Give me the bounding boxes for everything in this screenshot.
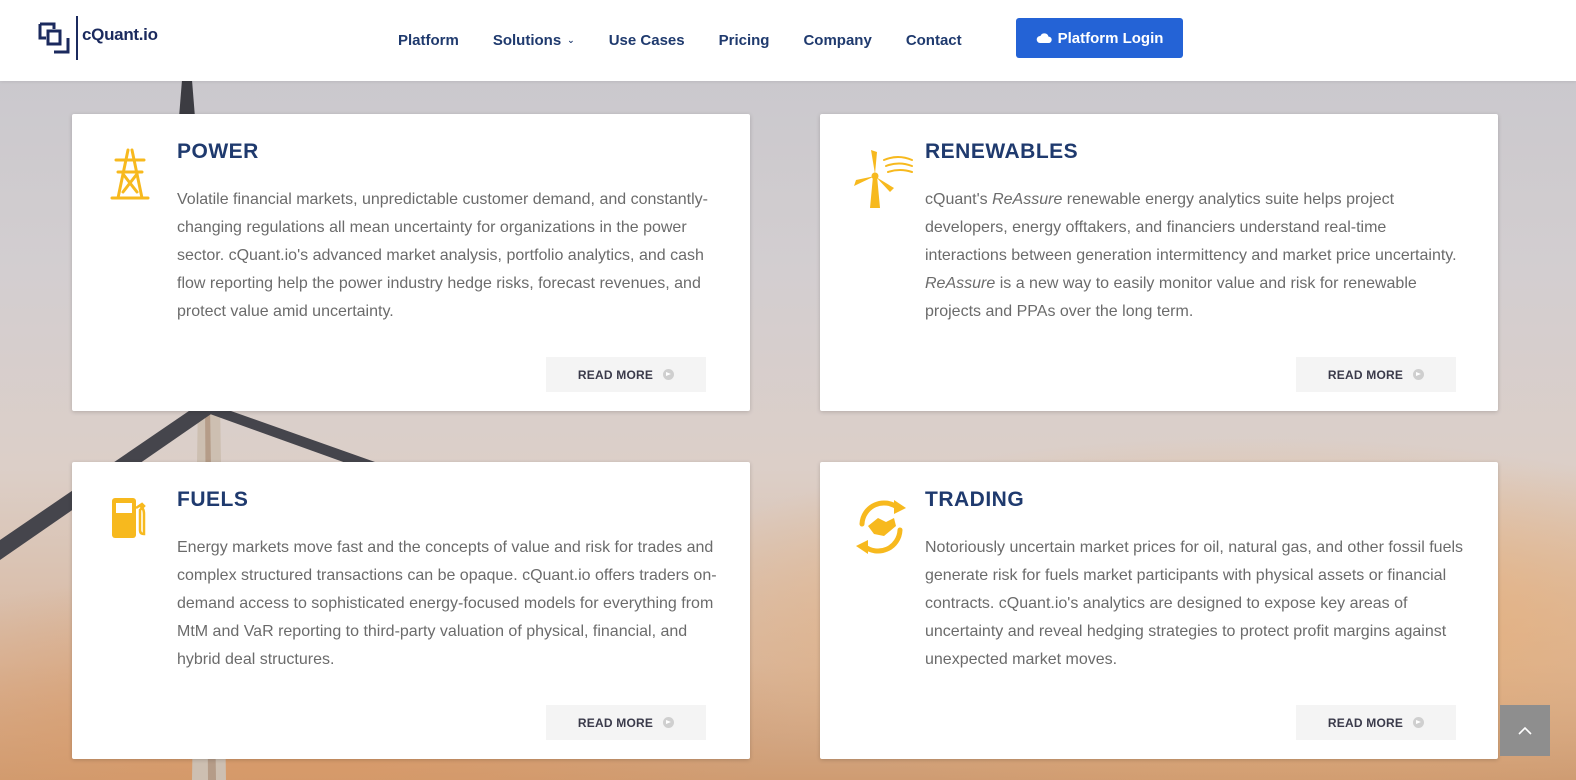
product-name: ReAssure	[925, 275, 996, 292]
card-title: FUELS	[177, 488, 249, 511]
arrow-circle-icon	[663, 369, 675, 380]
brand-name: cQuant.io	[82, 25, 158, 44]
brand-logo[interactable]: cQuant.io	[38, 15, 158, 61]
main-nav: Platform Solutions ⌄ Use Cases Pricing Co…	[398, 0, 996, 81]
read-more-button[interactable]: READ MORE	[1296, 705, 1456, 740]
text-span: cQuant's	[925, 191, 993, 208]
wind-turbine-icon	[854, 150, 913, 208]
nav-item-pricing[interactable]: Pricing	[719, 32, 770, 49]
card-description: Volatile financial markets, unpredictabl…	[177, 191, 708, 320]
handshake-icon	[856, 500, 906, 554]
arrow-circle-icon	[1413, 369, 1425, 380]
arrow-circle-icon	[663, 717, 675, 728]
read-more-button[interactable]: READ MORE	[546, 705, 706, 740]
button-label: READ MORE	[1327, 367, 1404, 382]
scroll-to-top-button[interactable]	[1500, 705, 1550, 756]
nav-label: Contact	[905, 32, 962, 49]
button-label: READ MORE	[577, 715, 654, 730]
text-span: is a new way to easily monitor value and…	[925, 275, 1417, 320]
nav-item-platform[interactable]: Platform	[398, 32, 459, 49]
read-more-button[interactable]: READ MORE	[1296, 357, 1456, 392]
card-description: cQuant's ReAssure renewable energy analy…	[925, 186, 1470, 326]
cloud-icon	[1036, 33, 1052, 43]
card-title: RENEWABLES	[925, 140, 1079, 163]
nav-item-contact[interactable]: Contact	[906, 32, 962, 49]
nav-label: Use Cases	[608, 32, 685, 49]
chevron-up-icon	[1518, 726, 1532, 735]
card-title: POWER	[177, 140, 259, 163]
arrow-circle-icon	[1413, 717, 1425, 728]
cquant-logo-icon	[38, 22, 70, 54]
button-label: READ MORE	[577, 367, 654, 382]
chevron-down-icon: ⌄	[567, 35, 575, 45]
card-title: TRADING	[925, 488, 1025, 511]
card-fuels: FUELS Energy markets move fast and the c…	[72, 462, 750, 759]
nav-label: Solutions	[492, 32, 562, 49]
nav-item-solutions[interactable]: Solutions ⌄	[493, 32, 575, 49]
read-more-button[interactable]: READ MORE	[546, 357, 706, 392]
card-description: Notoriously uncertain market prices for …	[925, 539, 1464, 668]
card-trading: TRADING Notoriously uncertain market pri…	[820, 462, 1498, 759]
site-header: cQuant.io Platform Solutions ⌄ Use Cases …	[0, 0, 1576, 81]
nav-label: Platform	[398, 32, 459, 49]
nav-label: Company	[803, 32, 872, 49]
power-tower-icon	[110, 148, 150, 200]
nav-item-company[interactable]: Company	[803, 32, 871, 49]
logo-divider	[76, 16, 78, 60]
product-name: ReAssure	[992, 191, 1063, 208]
login-label: Platform Login	[1057, 29, 1164, 47]
nav-item-use-cases[interactable]: Use Cases	[609, 32, 685, 49]
card-power: POWER Volatile financial markets, unpred…	[72, 114, 750, 411]
fuel-pump-icon	[112, 498, 146, 538]
nav-label: Pricing	[718, 32, 770, 49]
card-description: Energy markets move fast and the concept…	[177, 539, 717, 668]
platform-login-button[interactable]: Platform Login	[1016, 18, 1183, 58]
card-renewables: RENEWABLES cQuant's ReAssure renewable e…	[820, 114, 1498, 411]
button-label: READ MORE	[1327, 715, 1404, 730]
